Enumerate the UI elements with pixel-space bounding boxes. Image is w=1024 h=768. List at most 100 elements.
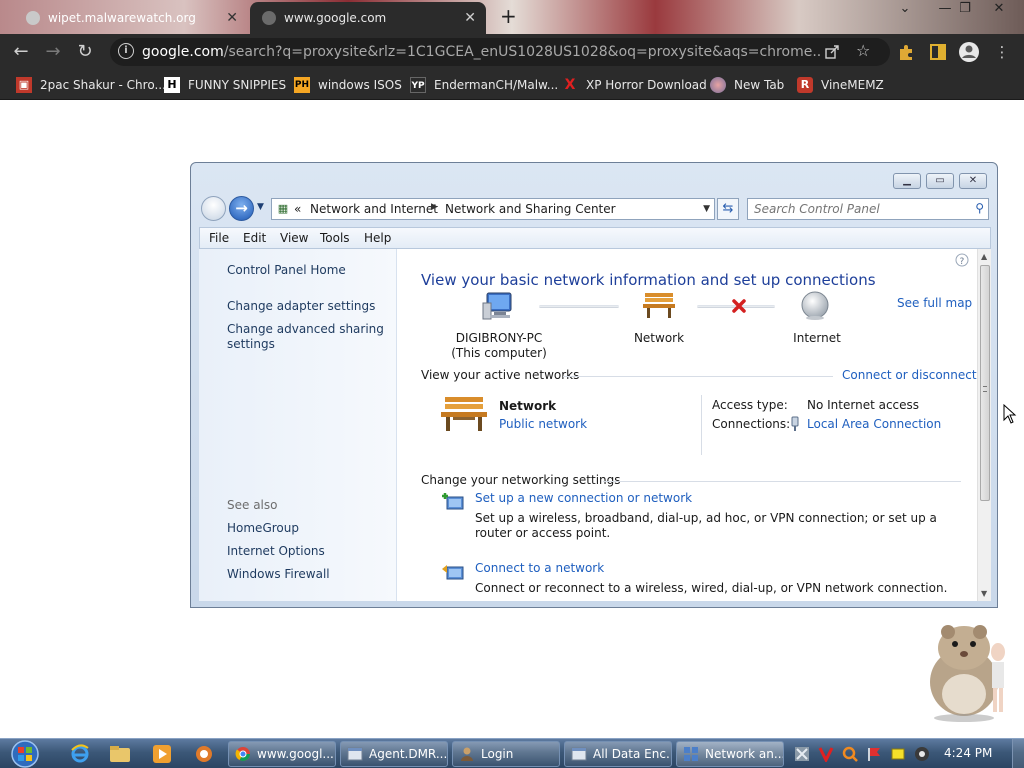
breadcrumb-network-sharing-center[interactable]: Network and Sharing Center (445, 202, 616, 216)
taskbar-window-network[interactable]: Network an... (676, 741, 784, 767)
menu-tools[interactable]: Tools (320, 231, 350, 245)
explorer-menu-bar: File Edit View Tools Help (199, 227, 991, 249)
address-dropdown-icon[interactable]: ▼ (703, 204, 710, 214)
tray-app-icon[interactable] (794, 746, 810, 762)
control-panel-home-link[interactable]: Control Panel Home (227, 263, 346, 278)
connect-to-network-link[interactable]: Connect to a network (475, 561, 604, 575)
taskbar-ie-icon[interactable] (66, 742, 94, 766)
taskbar-window-chrome[interactable]: www.googl... (228, 741, 336, 767)
search-input[interactable] (754, 201, 964, 217)
back-arrow-icon[interactable]: ← (10, 41, 32, 63)
tray-search-icon[interactable] (842, 746, 858, 762)
tray-yellow-icon[interactable] (890, 746, 906, 762)
breadcrumb-network-and-internet[interactable]: Network and Internet (310, 202, 438, 216)
search-icon[interactable]: ⚲ (975, 201, 984, 215)
extensions-puzzle-icon[interactable] (896, 42, 916, 62)
internet-options-link[interactable]: Internet Options (227, 544, 325, 559)
tab-close-icon[interactable]: ✕ (464, 10, 476, 26)
connect-or-disconnect-link[interactable]: Connect or disconnect (842, 368, 977, 382)
breadcrumb-overflow[interactable]: « (294, 202, 301, 216)
taskbar-app-icon[interactable] (190, 742, 218, 766)
bookmark-2pac[interactable]: ▣ 2pac Shakur - Chro... (16, 76, 166, 94)
taskbar-window-all-data[interactable]: All Data Enc... (564, 741, 672, 767)
recent-pages-chevron-icon[interactable]: ▼ (257, 202, 264, 212)
setup-new-connection-link[interactable]: Set up a new connection or network (475, 491, 692, 505)
bookmark-vinememz[interactable]: R VineMEMZ (797, 76, 884, 94)
close-icon[interactable]: ✕ (984, 0, 1014, 18)
address-url[interactable]: google.com/search?q=proxysite&rlz=1C1GCE… (142, 44, 822, 60)
start-orb-icon[interactable] (8, 739, 42, 768)
tab-wipet[interactable]: wipet.malwarewatch.org ✕ (14, 2, 248, 34)
taskbar-window-login[interactable]: Login (452, 741, 560, 767)
public-network-link[interactable]: Public network (499, 417, 587, 431)
help-icon[interactable]: ? (955, 253, 969, 267)
tab-favicon-icon (26, 11, 40, 25)
restore-icon[interactable]: ❐ (950, 0, 980, 18)
menu-edit[interactable]: Edit (243, 231, 266, 245)
site-info-icon[interactable]: i (118, 43, 134, 59)
h-letter-icon: H (164, 77, 180, 93)
scroll-up-arrow-icon[interactable]: ▲ (981, 252, 987, 261)
access-type-label: Access type: (712, 398, 788, 412)
bookmark-new-tab[interactable]: New Tab (710, 76, 784, 94)
change-adapter-settings-link[interactable]: Change adapter settings (227, 299, 375, 314)
content-scrollbar[interactable]: ▲ ▼ (977, 249, 991, 601)
windows-firewall-link[interactable]: Windows Firewall (227, 567, 330, 582)
forward-arrow-icon[interactable]: → (42, 41, 64, 63)
x-logo-icon: X (564, 77, 576, 93)
explorer-forward-button[interactable]: → (229, 196, 254, 221)
explorer-back-button[interactable] (201, 196, 226, 221)
tray-disc-icon[interactable] (914, 746, 930, 762)
local-area-connection-link[interactable]: Local Area Connection (807, 417, 941, 431)
control-panel-icon: ▦ (277, 202, 289, 215)
new-tab-plus-icon[interactable]: + (500, 4, 517, 28)
tab-title: wipet.malwarewatch.org (48, 11, 196, 25)
left-task-pane: Control Panel Home Change adapter settin… (199, 249, 397, 601)
show-desktop-button[interactable] (1012, 739, 1024, 768)
tray-v-icon[interactable] (818, 746, 834, 762)
menu-view[interactable]: View (280, 231, 308, 245)
taskbar-explorer-icon[interactable] (106, 742, 134, 766)
menu-help[interactable]: Help (364, 231, 391, 245)
access-type-value: No Internet access (807, 398, 920, 412)
user-icon (461, 747, 473, 761)
taskbar-window-agent[interactable]: Agent.DMR... (340, 741, 448, 767)
see-full-map-link[interactable]: See full map (897, 296, 972, 310)
computer-name-label: DIGIBRONY-PC (455, 331, 543, 345)
bookmark-windows-isos[interactable]: PH windows ISOS (294, 76, 402, 94)
window-minimize-icon[interactable]: ▁ (893, 173, 921, 189)
taskbar-media-player-icon[interactable] (148, 742, 176, 766)
homegroup-link[interactable]: HomeGroup (227, 521, 299, 536)
change-advanced-sharing-link[interactable]: Change advanced sharing settings (227, 322, 387, 352)
bookmark-xp-horror[interactable]: X XP Horror Download (562, 76, 707, 94)
explorer-address-bar[interactable]: ▦ « Network and Internet ▶ Network and S… (271, 198, 715, 220)
tab-close-icon[interactable]: ✕ (226, 10, 238, 26)
window-maximize-icon[interactable]: ▭ (926, 173, 954, 189)
reload-icon[interactable]: ↻ (74, 41, 96, 63)
tab-search-chevron-icon[interactable]: ⌄ (890, 0, 920, 18)
tray-flag-icon[interactable] (866, 746, 882, 762)
bookmark-endermanch[interactable]: YP EndermanCH/Malw... (410, 76, 558, 94)
taskbar-clock[interactable]: 4:24 PM (944, 746, 992, 760)
tab-google[interactable]: www.google.com ✕ (250, 2, 486, 34)
connect-network-icon (442, 565, 464, 580)
side-panel-icon[interactable] (928, 42, 948, 62)
menu-file[interactable]: File (209, 231, 229, 245)
search-control-panel[interactable]: ⚲ (747, 198, 989, 220)
bookmark-funny-snippies[interactable]: H FUNNY SNIPPIES (164, 76, 286, 94)
network-icon (684, 747, 698, 761)
share-icon[interactable] (824, 44, 840, 60)
profile-avatar-icon[interactable] (958, 41, 980, 63)
explorer-nav-bar: → ▼ ▦ « Network and Internet ▶ Network a… (199, 195, 991, 223)
breadcrumb-separator-icon[interactable]: ▶ (431, 202, 438, 212)
setup-new-connection-desc: Set up a wireless, broadband, dial-up, a… (475, 511, 937, 540)
chrome-menu-icon[interactable]: ⋮ (992, 42, 1012, 62)
scroll-down-arrow-icon[interactable]: ▼ (981, 589, 987, 598)
address-bar[interactable]: i google.com/search?q=proxysite&rlz=1C1G… (110, 38, 890, 66)
refresh-icon[interactable]: ⇆ (717, 198, 739, 220)
scrollbar-thumb[interactable] (980, 265, 990, 501)
connections-label: Connections: (712, 417, 791, 431)
section-divider (603, 481, 961, 482)
window-close-icon[interactable]: ✕ (959, 173, 987, 189)
bookmark-star-icon[interactable]: ☆ (856, 41, 870, 60)
